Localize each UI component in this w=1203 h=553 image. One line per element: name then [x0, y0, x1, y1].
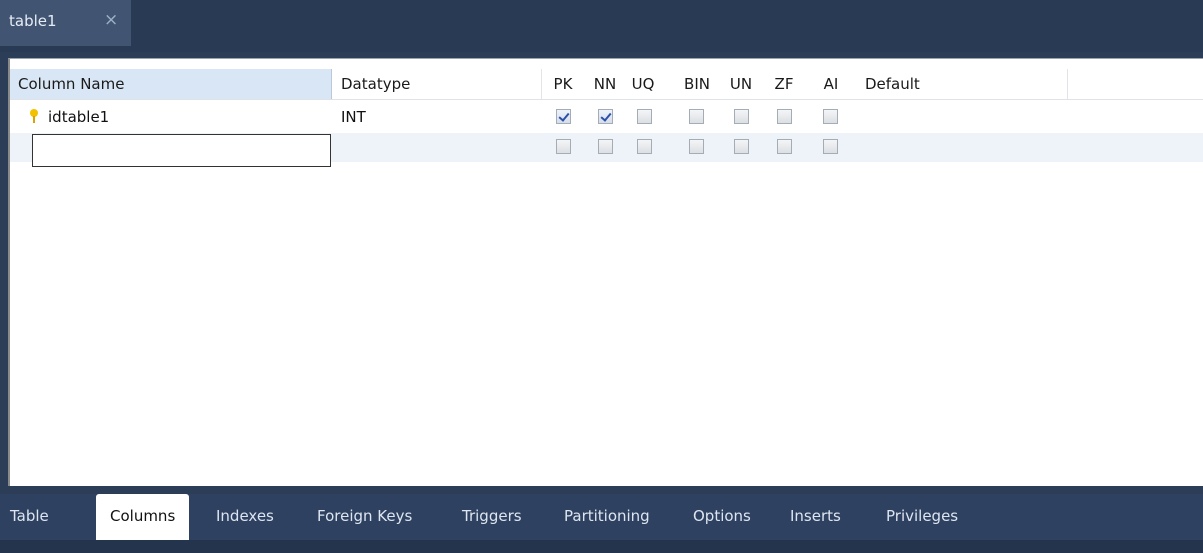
tab-foreign-keys[interactable]: Foreign Keys — [317, 494, 412, 540]
column-name-cell[interactable]: idtable1 — [48, 103, 109, 132]
ai-checkbox[interactable] — [823, 109, 838, 124]
tab-columns[interactable]: Columns — [96, 494, 190, 540]
zf-checkbox[interactable] — [777, 139, 792, 154]
tab-privileges[interactable]: Privileges — [886, 494, 958, 540]
table-row[interactable]: idtable1 INT — [10, 103, 1203, 132]
uq-checkbox[interactable] — [637, 139, 652, 154]
grid-header: Column Name Datatype PK NN UQ BIN UN ZF … — [10, 69, 1203, 100]
header-datatype[interactable]: Datatype — [332, 69, 542, 99]
nn-checkbox[interactable] — [598, 139, 613, 154]
header-pk[interactable]: PK — [548, 69, 578, 99]
tab-table[interactable]: Table — [10, 494, 49, 540]
tab-options[interactable]: Options — [693, 494, 751, 540]
column-name-input[interactable] — [32, 134, 331, 167]
header-nn[interactable]: NN — [590, 69, 620, 99]
un-checkbox[interactable] — [734, 109, 749, 124]
primary-key-icon — [30, 109, 38, 123]
header-un[interactable]: UN — [726, 69, 756, 99]
datatype-cell[interactable]: INT — [341, 103, 366, 132]
header-column-name[interactable]: Column Name — [10, 69, 332, 99]
pk-checkbox[interactable] — [556, 109, 571, 124]
bin-checkbox[interactable] — [689, 139, 704, 154]
tab-inserts[interactable]: Inserts — [790, 494, 841, 540]
un-checkbox[interactable] — [734, 139, 749, 154]
bin-checkbox[interactable] — [689, 109, 704, 124]
close-icon[interactable]: × — [104, 10, 118, 30]
header-zf[interactable]: ZF — [769, 69, 799, 99]
editor-bottom-tabs: Table Columns Indexes Foreign Keys Trigg… — [0, 494, 1203, 540]
tab-triggers[interactable]: Triggers — [462, 494, 522, 540]
editor-tab-bar: table1 × — [0, 0, 1203, 52]
header-ai[interactable]: AI — [816, 69, 846, 99]
header-default[interactable]: Default — [856, 69, 1068, 99]
pk-checkbox[interactable] — [556, 139, 571, 154]
zf-checkbox[interactable] — [777, 109, 792, 124]
columns-panel: Column Name Datatype PK NN UQ BIN UN ZF … — [8, 58, 1203, 486]
header-uq[interactable]: UQ — [628, 69, 658, 99]
header-bin[interactable]: BIN — [679, 69, 715, 99]
document-tab[interactable]: table1 × — [0, 0, 131, 46]
tab-indexes[interactable]: Indexes — [216, 494, 274, 540]
document-tab-title: table1 — [9, 12, 57, 30]
nn-checkbox[interactable] — [598, 109, 613, 124]
status-bar — [0, 540, 1203, 553]
ai-checkbox[interactable] — [823, 139, 838, 154]
tab-partitioning[interactable]: Partitioning — [564, 494, 650, 540]
uq-checkbox[interactable] — [637, 109, 652, 124]
